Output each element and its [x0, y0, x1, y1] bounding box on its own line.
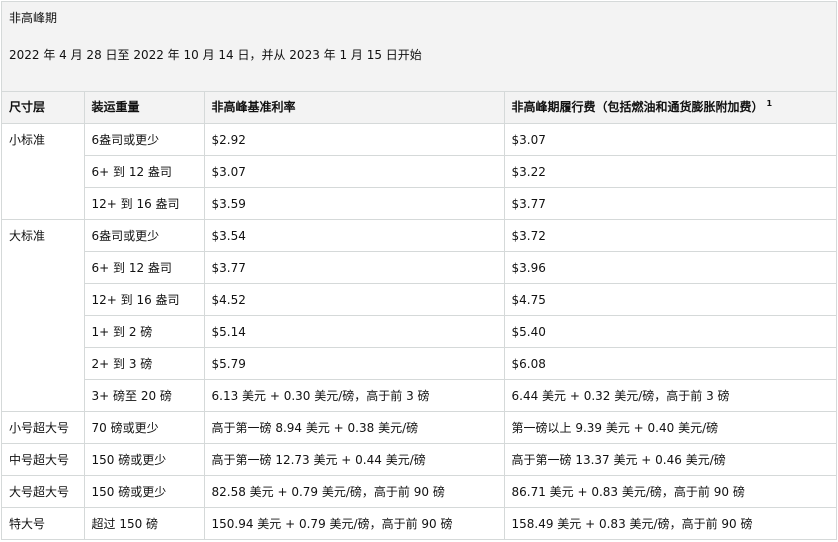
base-rate-cell: 高于第一磅 12.73 美元 + 0.44 美元/磅 — [203, 442, 505, 476]
fulfillment-fee-cell: $5.40 — [503, 314, 836, 348]
table-row: 3+ 磅至 20 磅 6.13 美元 + 0.30 美元/磅，高于前 3 磅 6.4… — [2, 378, 836, 412]
panel-header: 非高峰期 2022 年 4 月 28 日至 2022 年 10 月 14 日，并… — [2, 2, 836, 92]
base-rate-cell: $2.92 — [203, 122, 505, 156]
fulfillment-fee-cell: 6.44 美元 + 0.32 美元/磅，高于前 3 磅 — [503, 378, 836, 412]
shipping-weight-cell: 6+ 到 12 盎司 — [84, 154, 205, 188]
shipping-weight-cell: 6+ 到 12 盎司 — [84, 250, 205, 284]
shipping-weight-cell: 70 磅或更少 — [83, 410, 205, 444]
shipping-weight-cell: 3+ 磅至 20 磅 — [84, 378, 205, 412]
table-header-row: 尺寸层 装运重量 非高峰基准利率 非高峰期履行费（包括燃油和通货膨胀附加费） 1 — [2, 92, 836, 124]
shipping-weight-cell: 150 磅或更少 — [83, 474, 205, 508]
shipping-weight-cell: 2+ 到 3 磅 — [84, 346, 205, 380]
base-rate-cell: $3.07 — [203, 154, 505, 188]
fulfillment-fee-cell: $6.08 — [503, 346, 836, 380]
panel-title: 非高峰期 — [9, 11, 58, 25]
shipping-weight-cell: 12+ 到 16 盎司 — [84, 186, 205, 220]
fulfillment-fee-cell: 高于第一磅 13.37 美元 + 0.46 美元/磅 — [503, 442, 836, 476]
size-tier-cell: 中号超大号 — [2, 442, 85, 476]
table-row: 12+ 到 16 盎司 $3.59 $3.77 — [2, 186, 836, 220]
fulfillment-fee-cell: 第一磅以上 9.39 美元 + 0.40 美元/磅 — [503, 410, 836, 444]
size-tier-cell: 特大号 — [2, 506, 85, 540]
base-rate-cell: $4.52 — [203, 282, 505, 316]
base-rate-cell: 150.94 美元 + 0.79 美元/磅，高于前 90 磅 — [203, 506, 505, 540]
col-header-fee-label: 非高峰期履行费（包括燃油和通货膨胀附加费） — [511, 100, 764, 114]
table-row: 1+ 到 2 磅 $5.14 $5.40 — [2, 314, 836, 348]
shipping-weight-cell: 12+ 到 16 盎司 — [84, 282, 205, 316]
shipping-weight-cell: 6盎司或更少 — [83, 122, 205, 156]
col-header-weight: 装运重量 — [83, 92, 205, 124]
base-rate-cell: $5.14 — [203, 314, 505, 348]
off-peak-fee-panel: 非高峰期 2022 年 4 月 28 日至 2022 年 10 月 14 日，并… — [1, 1, 837, 540]
base-rate-cell: 82.58 美元 + 0.79 美元/磅，高于前 90 磅 — [203, 474, 505, 508]
base-rate-cell: $3.59 — [203, 186, 505, 220]
table-body: 小标准 6盎司或更少 $2.92 $3.07 6+ 到 12 盎司 $3.07 $3.22 1… — [2, 122, 836, 540]
base-rate-cell: $3.54 — [203, 218, 505, 252]
fulfillment-fee-cell: $3.96 — [503, 250, 836, 284]
size-tier-cell: 大号超大号 — [2, 474, 85, 508]
panel-date-range: 2022 年 4 月 28 日至 2022 年 10 月 14 日，并从 202… — [9, 48, 422, 62]
shipping-weight-cell: 6盎司或更少 — [83, 218, 205, 252]
size-tier-cell: 小号超大号 — [2, 410, 85, 444]
shipping-weight-cell: 1+ 到 2 磅 — [84, 314, 205, 348]
size-tier-cell: 小标准 — [2, 122, 85, 220]
col-header-fee: 非高峰期履行费（包括燃油和通货膨胀附加费） 1 — [503, 92, 836, 124]
fulfillment-fee-cell: $3.72 — [503, 218, 836, 252]
col-header-base-rate: 非高峰基准利率 — [203, 92, 505, 124]
fulfillment-fee-cell: 158.49 美元 + 0.83 美元/磅，高于前 90 磅 — [503, 506, 836, 540]
table-row: 大标准 6盎司或更少 $3.54 $3.72 — [2, 218, 836, 412]
shipping-weight-cell: 超过 150 磅 — [83, 506, 205, 540]
table-row: 2+ 到 3 磅 $5.79 $6.08 — [2, 346, 836, 380]
table-row: 6+ 到 12 盎司 $3.77 $3.96 — [2, 250, 836, 284]
fulfillment-fee-cell: $3.77 — [503, 186, 836, 220]
table-row: 小号超大号 70 磅或更少 高于第一磅 8.94 美元 + 0.38 美元/磅 第一磅… — [2, 410, 836, 444]
base-rate-cell: $5.79 — [203, 346, 505, 380]
size-tier-cell: 大标准 — [2, 218, 85, 412]
base-rate-cell: 6.13 美元 + 0.30 美元/磅，高于前 3 磅 — [203, 378, 505, 412]
fee-table: 尺寸层 装运重量 非高峰基准利率 非高峰期履行费（包括燃油和通货膨胀附加费） 1 … — [2, 92, 836, 540]
table-row: 6+ 到 12 盎司 $3.07 $3.22 — [2, 154, 836, 188]
table-row: 特大号 超过 150 磅 150.94 美元 + 0.79 美元/磅，高于前 90 … — [2, 506, 836, 540]
table-row: 大号超大号 150 磅或更少 82.58 美元 + 0.79 美元/磅，高于前 90… — [2, 474, 836, 508]
fulfillment-fee-cell: $3.22 — [503, 154, 836, 188]
fulfillment-fee-cell: 86.71 美元 + 0.83 美元/磅，高于前 90 磅 — [503, 474, 836, 508]
table-row: 12+ 到 16 盎司 $4.52 $4.75 — [2, 282, 836, 316]
footnote-mark[interactable]: 1 — [767, 99, 773, 108]
shipping-weight-cell: 150 磅或更少 — [83, 442, 205, 476]
table-row: 中号超大号 150 磅或更少 高于第一磅 12.73 美元 + 0.44 美元/磅高… — [2, 442, 836, 476]
col-header-tier: 尺寸层 — [2, 92, 85, 124]
base-rate-cell: 高于第一磅 8.94 美元 + 0.38 美元/磅 — [203, 410, 505, 444]
table-row: 小标准 6盎司或更少 $2.92 $3.07 — [2, 122, 836, 220]
base-rate-cell: $3.77 — [203, 250, 505, 284]
fulfillment-fee-cell: $4.75 — [503, 282, 836, 316]
fulfillment-fee-cell: $3.07 — [503, 122, 836, 156]
